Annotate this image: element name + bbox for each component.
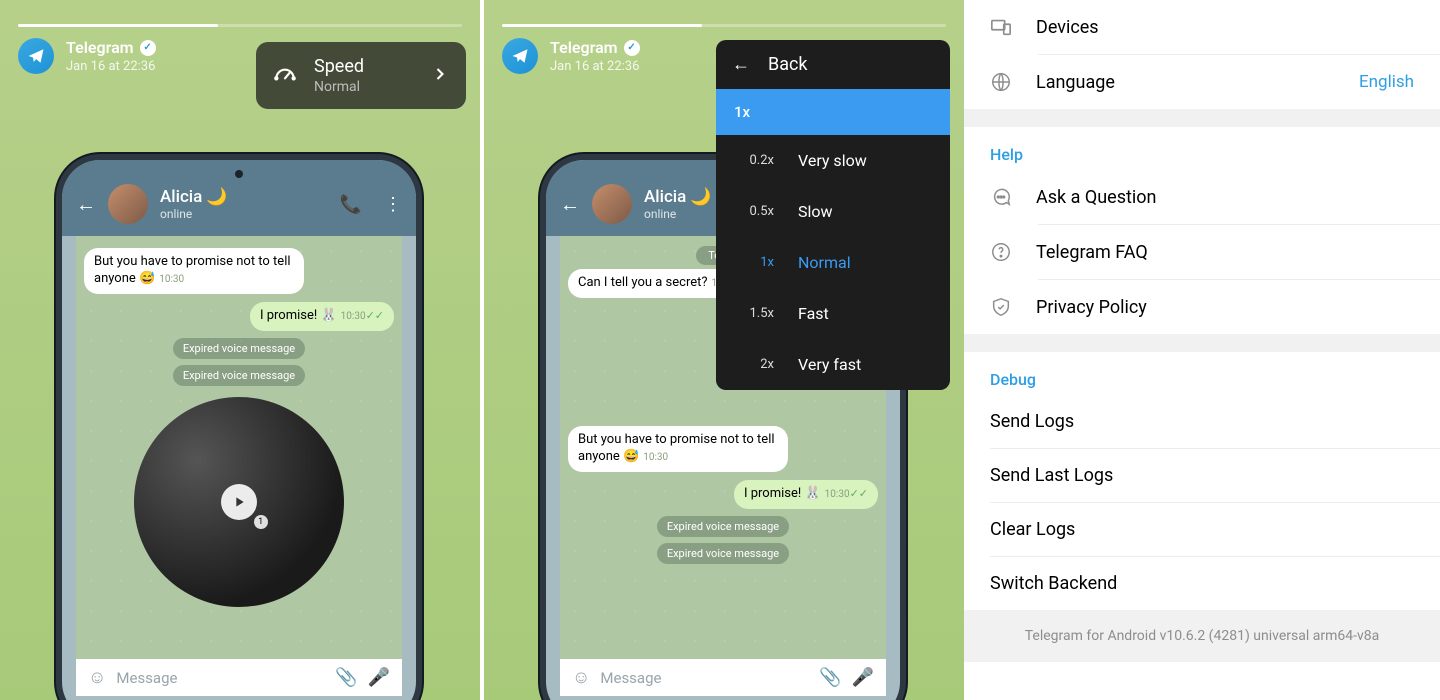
back-arrow-icon[interactable]: ← (560, 192, 580, 217)
settings-privacy-label: Privacy Policy (1036, 297, 1147, 318)
paper-plane-icon (511, 47, 529, 65)
emoji-icon[interactable]: ☺ (88, 667, 106, 688)
expired-voice-chip: Expired voice message (173, 338, 305, 359)
speed-option-normal[interactable]: 1xNormal (716, 237, 950, 288)
settings-send-logs[interactable]: Send Logs (964, 395, 1440, 448)
shield-check-icon (990, 296, 1012, 318)
status-emoji: 🌙 (690, 187, 711, 207)
settings-faq[interactable]: Telegram FAQ (964, 225, 1440, 279)
microphone-icon[interactable]: 🎤 (852, 667, 874, 688)
settings-devices[interactable]: Devices (964, 0, 1440, 54)
devices-icon (990, 16, 1012, 38)
speed-menu: ← Back 1x 0.2xVery slow 0.5xSlow 1xNorma… (716, 40, 950, 390)
phone-notch (235, 170, 243, 178)
globe-icon (990, 71, 1012, 93)
message-incoming[interactable]: But you have to promise not to tell anyo… (84, 248, 304, 294)
settings-language-value: English (1359, 72, 1414, 92)
message-input[interactable]: Message (116, 669, 325, 687)
settings-devices-label: Devices (1036, 17, 1099, 38)
story-panel-speed: Telegram ✓ Jan 16 at 22:36 Speed Normal ←… (0, 0, 480, 700)
verified-icon: ✓ (140, 40, 156, 56)
question-circle-icon (990, 241, 1012, 263)
message-outgoing[interactable]: I promise! 🐰10:30✓✓ (250, 302, 394, 331)
microphone-icon[interactable]: 🎤 (368, 667, 390, 688)
speed-option-very-fast[interactable]: 2xVery fast (716, 339, 950, 390)
paper-plane-icon (27, 47, 45, 65)
message-incoming[interactable]: But you have to promise not to tell anyo… (568, 426, 788, 472)
contact-name: Alicia (644, 187, 686, 207)
speedometer-icon (272, 61, 298, 91)
expired-voice-chip: Expired voice message (173, 365, 305, 386)
speed-label: Speed (314, 56, 364, 77)
story-author[interactable]: Telegram ✓ Jan 16 at 22:36 (66, 38, 156, 74)
author-name: Telegram (66, 38, 134, 57)
settings-clear-logs[interactable]: Clear Logs (964, 503, 1440, 556)
speed-option-slow[interactable]: 0.5xSlow (716, 186, 950, 237)
chat-bubble-icon (990, 186, 1012, 208)
chat-body[interactable]: But you have to promise not to tell anyo… (76, 236, 402, 696)
debug-section-title: Debug (964, 352, 1440, 395)
settings-privacy[interactable]: Privacy Policy (964, 280, 1440, 334)
story-timestamp: Jan 16 at 22:36 (550, 59, 640, 74)
settings-send-last-logs[interactable]: Send Last Logs (964, 449, 1440, 502)
message-input-bar: ☺ Message 📎 🎤 (560, 659, 886, 696)
settings-language[interactable]: Language English (964, 55, 1440, 109)
view-once-icon: 1 (254, 515, 268, 529)
arrow-left-icon: ← (732, 54, 750, 75)
message-input[interactable]: Message (600, 669, 809, 687)
status-emoji: 🌙 (206, 187, 227, 207)
settings-ask-question[interactable]: Ask a Question (964, 170, 1440, 224)
settings-footer-version: Telegram for Android v10.6.2 (4281) univ… (964, 610, 1440, 662)
round-video-message[interactable]: 1 (134, 397, 344, 607)
chevron-right-icon (430, 64, 450, 88)
speed-value: Normal (314, 79, 364, 95)
speed-control[interactable]: Speed Normal (256, 42, 466, 109)
verified-icon: ✓ (624, 40, 640, 56)
settings-switch-backend[interactable]: Switch Backend (964, 557, 1440, 610)
back-arrow-icon[interactable]: ← (76, 192, 96, 217)
contact-name: Alicia (160, 187, 202, 207)
attach-icon[interactable]: 📎 (335, 667, 357, 688)
speed-menu-back[interactable]: ← Back (716, 40, 950, 89)
emoji-icon[interactable]: ☺ (572, 667, 590, 688)
story-author[interactable]: Telegram ✓ Jan 16 at 22:36 (550, 38, 640, 74)
help-section-title: Help (964, 127, 1440, 170)
message-outgoing[interactable]: I promise! 🐰10:30✓✓ (734, 480, 878, 509)
settings-panel[interactable]: Devices Language English Help Ask a Ques… (964, 0, 1440, 700)
expired-voice-chip: Expired voice message (657, 516, 789, 537)
speed-option-very-slow[interactable]: 0.2xVery slow (716, 135, 950, 186)
contact-status: online (160, 207, 227, 221)
section-gap (964, 109, 1440, 127)
settings-faq-label: Telegram FAQ (1036, 242, 1148, 263)
back-label: Back (768, 54, 808, 75)
play-icon[interactable] (221, 484, 257, 520)
message-input-bar: ☺ Message 📎 🎤 (76, 659, 402, 696)
attach-icon[interactable]: 📎 (819, 667, 841, 688)
telegram-avatar[interactable] (18, 38, 54, 74)
contact-avatar[interactable] (592, 184, 632, 224)
settings-language-label: Language (1036, 72, 1115, 93)
expired-voice-chip: Expired voice message (657, 543, 789, 564)
author-name: Telegram (550, 38, 618, 57)
telegram-avatar[interactable] (502, 38, 538, 74)
section-gap (964, 334, 1440, 352)
phone-icon[interactable]: 📞 (340, 194, 362, 215)
contact-status: online (644, 207, 711, 221)
settings-ask-label: Ask a Question (1036, 187, 1157, 208)
contact-avatar[interactable] (108, 184, 148, 224)
speed-current[interactable]: 1x (716, 89, 950, 135)
speed-option-fast[interactable]: 1.5xFast (716, 288, 950, 339)
phone-mock-1: ← Alicia🌙 online 📞 ⋮ But you have to pro… (62, 160, 416, 700)
story-panel-speed-menu: Telegram ✓ Jan 16 at 22:36 ← Alicia🌙 onli… (484, 0, 964, 700)
story-timestamp: Jan 16 at 22:36 (66, 59, 156, 74)
more-icon[interactable]: ⋮ (384, 194, 402, 215)
